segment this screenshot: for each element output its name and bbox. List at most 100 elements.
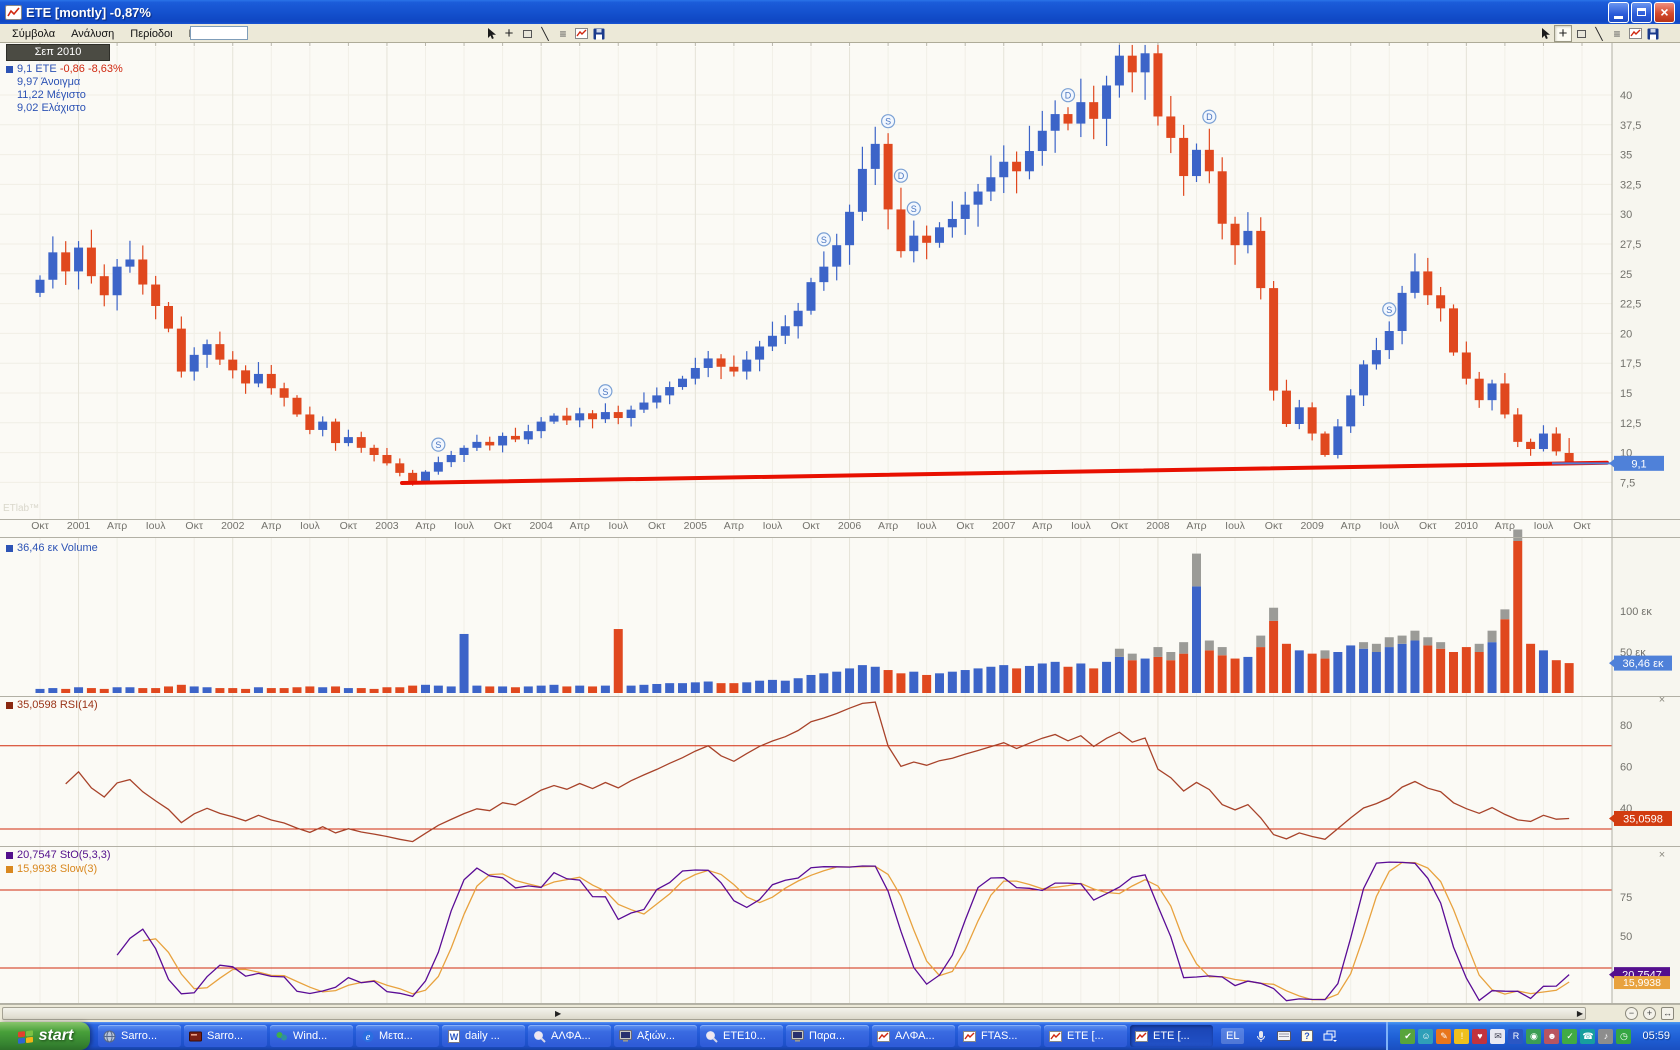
chat-faces-icon[interactable]: ☻: [1544, 1029, 1559, 1044]
heart-monitor-icon[interactable]: ♥: [1472, 1029, 1487, 1044]
price-tick-label: 37,5: [1620, 120, 1641, 132]
scrollbar-track[interactable]: ▶ ▶: [2, 1007, 1586, 1020]
volume-bar: [627, 686, 636, 693]
taskbar-button-4[interactable]: e Μετα...: [356, 1025, 439, 1047]
svg-text:e: e: [365, 1032, 370, 1043]
line-tool-icon[interactable]: ╲: [1590, 25, 1608, 42]
date-tick-label: Ιουλ: [454, 520, 474, 532]
taskbar-button-9[interactable]: Παρα...: [786, 1025, 869, 1047]
symbol-input[interactable]: [190, 26, 248, 40]
ie-icon: e: [360, 1029, 375, 1043]
taskbar-button-5[interactable]: Wdaily ...: [442, 1025, 525, 1047]
volume-bar: [1256, 647, 1265, 693]
chart-canvas[interactable]: SSSSDSDSSDS4037,53532,53027,52522,52017,…: [0, 43, 1680, 1004]
grid-tool-icon[interactable]: ≡: [554, 25, 572, 42]
candle-body: [845, 212, 854, 245]
pointer-tool-icon[interactable]: [482, 25, 500, 42]
taskbar-clock: 05:59: [1642, 1030, 1670, 1042]
save-tool-icon[interactable]: [1644, 25, 1662, 42]
zoom-in-button[interactable]: +: [1643, 1007, 1656, 1020]
rsi-value-tag-text: 35,0598: [1623, 813, 1663, 825]
candle-body: [691, 368, 700, 379]
taskbar-button-11[interactable]: FTAS...: [958, 1025, 1041, 1047]
volume-bar: [1141, 659, 1150, 693]
input-keyboard-icon[interactable]: [1275, 1028, 1292, 1045]
close-button[interactable]: ×: [1654, 2, 1675, 23]
language-indicator[interactable]: EL: [1221, 1028, 1244, 1044]
rectangle-tool-icon[interactable]: [1572, 25, 1590, 42]
taskbar-button-8[interactable]: ETE10...: [700, 1025, 783, 1047]
volume-bar: [1192, 586, 1201, 693]
crosshair-tool-icon[interactable]: +: [1554, 25, 1572, 42]
taskbar-button-12[interactable]: ETE [...: [1044, 1025, 1127, 1047]
pen-writer-icon[interactable]: ✎: [1436, 1029, 1451, 1044]
signal-letter: S: [435, 440, 441, 450]
volume-icon[interactable]: ♪: [1598, 1029, 1613, 1044]
candle-body: [1423, 271, 1432, 295]
candle-body: [974, 192, 983, 205]
volume-bar: [819, 673, 828, 693]
candle-body: [1449, 308, 1458, 352]
crosshair-tool-icon[interactable]: +: [500, 25, 518, 42]
start-button[interactable]: start: [0, 1022, 90, 1050]
volume-bar: [1513, 541, 1522, 693]
price-tick-label: 22,5: [1620, 299, 1641, 311]
window-restore-icon[interactable]: [1321, 1028, 1338, 1045]
rectangle-tool-icon[interactable]: [518, 25, 536, 42]
microphone-icon[interactable]: [1252, 1028, 1269, 1045]
taskbar-button-6[interactable]: ΑΛΦΑ...: [528, 1025, 611, 1047]
update-check-icon[interactable]: ✓: [1562, 1029, 1577, 1044]
minimize-button[interactable]: [1608, 2, 1629, 23]
scheduler-clock-icon[interactable]: ◷: [1616, 1029, 1631, 1044]
candle-body: [588, 413, 597, 419]
candle-body: [215, 344, 224, 359]
candle-body: [138, 259, 147, 284]
scroll-right-icon[interactable]: ▶: [1577, 1009, 1583, 1018]
taskbar-button-2[interactable]: Sarro...: [184, 1025, 267, 1047]
taskbar-button-label: Μετα...: [379, 1030, 413, 1042]
taskbar-button-7[interactable]: Αξιών...: [614, 1025, 697, 1047]
taskbar-button-13[interactable]: ETE [...: [1130, 1025, 1213, 1047]
graphics-driver-icon[interactable]: R: [1508, 1029, 1523, 1044]
volume-bar: [1449, 652, 1458, 693]
date-tick-label: 2008: [1146, 520, 1170, 532]
fit-width-button[interactable]: ↔: [1661, 1007, 1674, 1020]
menu-item-1[interactable]: Σύμβολα: [4, 26, 63, 42]
pointer-tool-icon[interactable]: [1536, 25, 1554, 42]
menu-item-3[interactable]: Περίοδοι: [122, 26, 180, 42]
candle-body: [1256, 231, 1265, 288]
alert-shield-icon[interactable]: !: [1454, 1029, 1469, 1044]
zoom-out-button[interactable]: −: [1625, 1007, 1638, 1020]
windows-logo-icon: [17, 1029, 34, 1044]
signal-letter: D: [1065, 91, 1072, 101]
menu-item-2[interactable]: Ανάλυση: [63, 26, 122, 42]
volume-bar: [447, 686, 456, 693]
taskbar-button-1[interactable]: Sarro...: [98, 1025, 181, 1047]
restore-button[interactable]: [1631, 2, 1652, 23]
candle-body: [1051, 114, 1060, 131]
console-icon: [188, 1029, 203, 1043]
taskbar-button-label: Sarro...: [121, 1030, 157, 1042]
chart-tool-icon[interactable]: [572, 25, 590, 42]
scrollbar-thumb-icon[interactable]: ▶: [555, 1009, 561, 1018]
save-tool-icon[interactable]: [590, 25, 608, 42]
spyware-eye-icon[interactable]: ◉: [1526, 1029, 1541, 1044]
line-tool-icon[interactable]: ╲: [536, 25, 554, 42]
volume-bar: [1565, 663, 1574, 693]
grid-tool-icon[interactable]: ≡: [1608, 25, 1626, 42]
date-tick-label: Απρ: [1495, 520, 1515, 532]
window-titlebar[interactable]: ETE [montly] -0,87% ×: [0, 0, 1680, 24]
volume-bar: [601, 686, 610, 693]
taskbar-button-3[interactable]: Wind...: [270, 1025, 353, 1047]
phone-icon[interactable]: ☎: [1580, 1029, 1595, 1044]
price-tick-label: 32,5: [1620, 179, 1641, 191]
security-shield-icon[interactable]: ✔: [1400, 1029, 1415, 1044]
help-icon[interactable]: ?: [1298, 1028, 1315, 1045]
mail-icon[interactable]: ✉: [1490, 1029, 1505, 1044]
date-tick-label: 2004: [529, 520, 553, 532]
taskbar-button-10[interactable]: ΑΛΦΑ...: [872, 1025, 955, 1047]
volume-bar: [1243, 657, 1252, 693]
volume-bar-gray: [1218, 647, 1227, 655]
messenger-buddy-icon[interactable]: ☺: [1418, 1029, 1433, 1044]
chart-tool-icon[interactable]: [1626, 25, 1644, 42]
